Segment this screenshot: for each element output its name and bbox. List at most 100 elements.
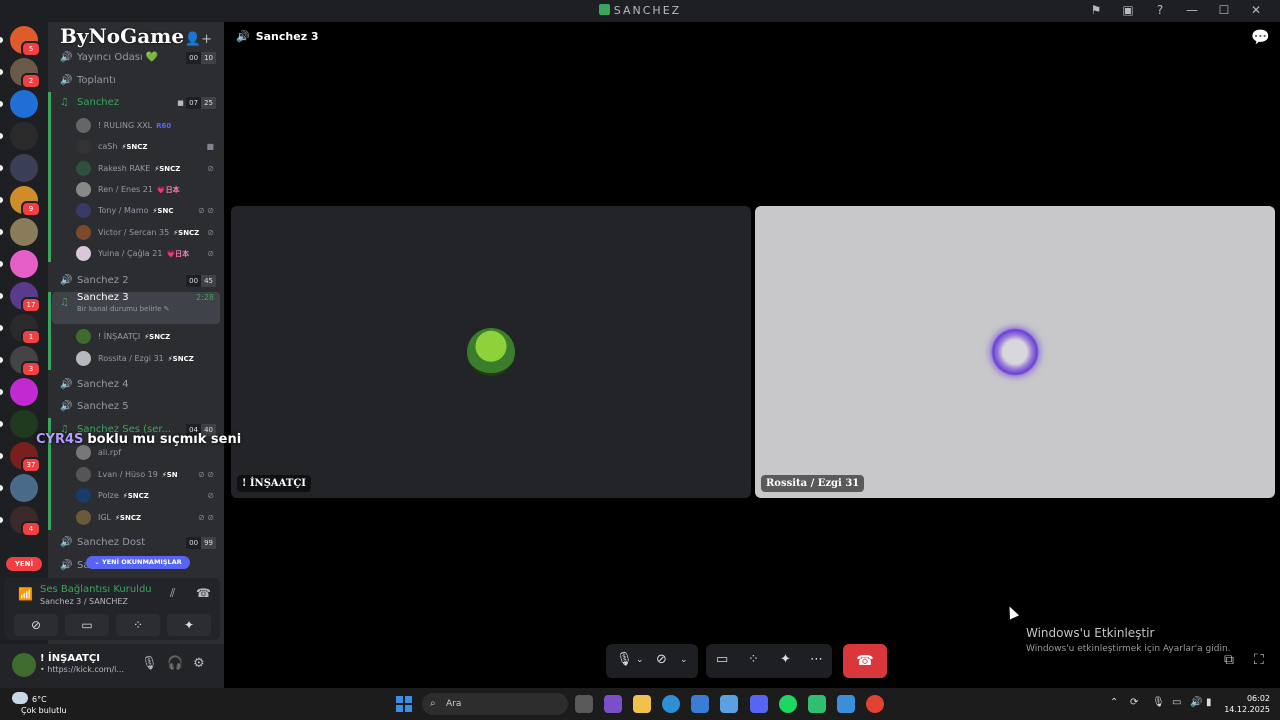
discord-icon[interactable]: [750, 695, 768, 713]
edge-icon[interactable]: [662, 695, 680, 713]
active-channel-rail: [48, 92, 51, 262]
help-icon[interactable]: ?: [1144, 3, 1176, 17]
server-icon[interactable]: 3: [0, 346, 41, 377]
microphone-icon[interactable]: 🎙: [1152, 697, 1165, 708]
speaker-icon: 🔊: [60, 379, 73, 390]
server-icon[interactable]: 1: [0, 314, 41, 345]
add-user-icon[interactable]: 👤+: [185, 32, 212, 47]
headphones-icon[interactable]: 🎧: [167, 656, 183, 671]
start-button[interactable]: [396, 696, 412, 712]
network-icon[interactable]: ▭: [1172, 697, 1181, 708]
server-icon[interactable]: [0, 474, 38, 502]
new-unread-button[interactable]: ⌄ YENİ OKUNMAMIŞLAR: [86, 556, 190, 569]
avatar[interactable]: [12, 653, 36, 677]
participant-tile[interactable]: ! İNŞAATÇI: [231, 206, 751, 498]
voice-user[interactable]: caSh ⚡SNCZ ■: [76, 136, 220, 157]
mention-badge: 37: [21, 457, 41, 473]
server-icon[interactable]: [0, 218, 38, 246]
popout-icon[interactable]: ⧉: [1224, 652, 1234, 668]
server-icon[interactable]: 37: [0, 442, 41, 473]
microphone-icon[interactable]: 🎙: [616, 652, 633, 667]
voice-user[interactable]: Lvan / Hüso 19 ⚡SN ⊘ ⊘: [76, 464, 220, 485]
chevron-up-icon[interactable]: ⌃: [1110, 697, 1118, 708]
more-options-icon[interactable]: ⋯: [810, 652, 823, 667]
server-logo[interactable]: ByNoGame: [60, 24, 184, 48]
server-icon[interactable]: 9: [0, 186, 41, 217]
spotify-icon[interactable]: [779, 695, 797, 713]
chrome-icon[interactable]: [866, 695, 884, 713]
server-icon[interactable]: [0, 410, 38, 438]
screen-share-button[interactable]: ▭: [65, 614, 109, 636]
channel-sanchez[interactable]: ♫ Sanchez ■ 07 25: [52, 92, 220, 114]
chat-bubble-icon[interactable]: 💬: [1251, 28, 1270, 46]
store-icon[interactable]: [691, 695, 709, 713]
volume-icon[interactable]: 🔊: [1190, 697, 1202, 708]
flag-icon[interactable]: ⚑: [1080, 3, 1112, 17]
server-icon[interactable]: 17: [0, 282, 41, 313]
voice-user[interactable]: Ren / Enes 21 💗日本: [76, 179, 220, 200]
activities-icon[interactable]: ⁘: [748, 652, 759, 667]
server-icon[interactable]: [0, 154, 38, 182]
voice-status-title[interactable]: Ses Bağlantısı Kuruldu: [40, 584, 152, 595]
voice-user[interactable]: ! İNŞAATÇI ⚡SNCZ: [76, 326, 220, 347]
maximize-icon[interactable]: ☐: [1208, 3, 1240, 17]
server-icon[interactable]: 5: [0, 26, 41, 57]
voice-user[interactable]: Rakesh RAKE ⚡SNCZ ⊘: [76, 158, 220, 179]
clock[interactable]: 06:02 14.12.2025: [1224, 693, 1270, 715]
channel-yayinci[interactable]: 🔊 Yayıncı Odası 💚 00 10: [52, 47, 220, 69]
file-explorer-icon[interactable]: [633, 695, 651, 713]
server-icon[interactable]: [0, 90, 38, 118]
channel-sanchez-3[interactable]: ♫ Sanchez 3 2:28 Bir kanal durumu belirl…: [52, 292, 220, 324]
weather-widget[interactable]: 6°C Çok bulutlu: [12, 692, 67, 716]
voice-user[interactable]: IGL ⚡SNCZ ⊘ ⊘: [76, 507, 220, 528]
channel-sanchez-dost[interactable]: 🔊 Sanchez Dost 00 99: [52, 532, 220, 554]
voice-active-icon: ♫: [60, 97, 69, 108]
microphone-icon[interactable]: 🎙: [141, 656, 158, 671]
soundboard-button[interactable]: ✦: [167, 614, 211, 636]
chevron-down-icon[interactable]: ⌄: [680, 655, 688, 665]
voice-user[interactable]: Polze ⚡SNCZ ⊘: [76, 485, 220, 506]
channel-sanchez-4[interactable]: 🔊 Sanchez 4: [52, 374, 220, 396]
voice-user[interactable]: Yuina / Çağla 21 💗日本 ⊘: [76, 243, 220, 264]
disconnect-icon[interactable]: ☎: [196, 586, 211, 600]
task-view-icon[interactable]: [575, 695, 593, 713]
monitor-icon[interactable]: ▣: [1112, 3, 1144, 17]
noise-suppression-icon[interactable]: ⫽: [170, 586, 175, 601]
channel-toplanti[interactable]: 🔊 Toplantı: [52, 70, 220, 92]
voice-user[interactable]: Tony / Mamo ⚡SNC ⊘ ⊘: [76, 200, 220, 221]
camera-off-button[interactable]: ⊘: [14, 614, 58, 636]
activities-button[interactable]: ⁘: [116, 614, 160, 636]
soundboard-icon[interactable]: ✦: [780, 652, 791, 667]
taskbar-search[interactable]: ⌕ Ara: [422, 693, 568, 715]
battery-icon[interactable]: ▮: [1206, 697, 1212, 708]
voice-status-channel[interactable]: Sanchez 3 / SANCHEZ: [40, 597, 128, 606]
disconnect-button[interactable]: ☎: [843, 644, 887, 678]
game-icon[interactable]: [808, 695, 826, 713]
server-icon[interactable]: [0, 122, 38, 150]
screen-share-icon[interactable]: ▭: [716, 652, 728, 667]
app-icon[interactable]: [720, 695, 738, 713]
settings-gear-icon[interactable]: ⚙: [193, 656, 205, 671]
server-icon[interactable]: [0, 250, 38, 278]
voice-user[interactable]: ! RULING XXL R60: [76, 115, 220, 136]
voice-user[interactable]: Rossita / Ezgi 31 ⚡SNCZ: [76, 348, 220, 369]
new-unread-badge[interactable]: YENİ: [6, 557, 42, 571]
fullscreen-icon[interactable]: ⛶: [1254, 652, 1264, 668]
app-icon[interactable]: [837, 695, 855, 713]
close-icon[interactable]: ✕: [1240, 3, 1272, 17]
server-icon[interactable]: [0, 378, 38, 406]
copilot-icon[interactable]: [604, 695, 622, 713]
unread-indicator: [0, 517, 3, 523]
channel-sanchez-5[interactable]: 🔊 Sanchez 5: [52, 396, 220, 418]
participant-tile[interactable]: Rossita / Ezgi 31: [755, 206, 1275, 498]
signal-icon[interactable]: 📶: [18, 587, 33, 601]
camera-off-icon[interactable]: ⊘: [656, 652, 667, 667]
minimize-icon[interactable]: —: [1176, 3, 1208, 17]
server-icon[interactable]: 2: [0, 58, 41, 89]
chevron-down-icon[interactable]: ⌄: [636, 655, 644, 665]
voice-user[interactable]: Victor / Sercan 35 ⚡SNCZ ⊘: [76, 222, 220, 243]
username[interactable]: ! İNŞAATÇI: [40, 653, 100, 664]
channel-status-setter[interactable]: Bir kanal durumu belirle ✎: [77, 304, 170, 314]
sync-icon[interactable]: ⟳: [1130, 697, 1138, 708]
server-icon[interactable]: 4: [0, 506, 41, 537]
